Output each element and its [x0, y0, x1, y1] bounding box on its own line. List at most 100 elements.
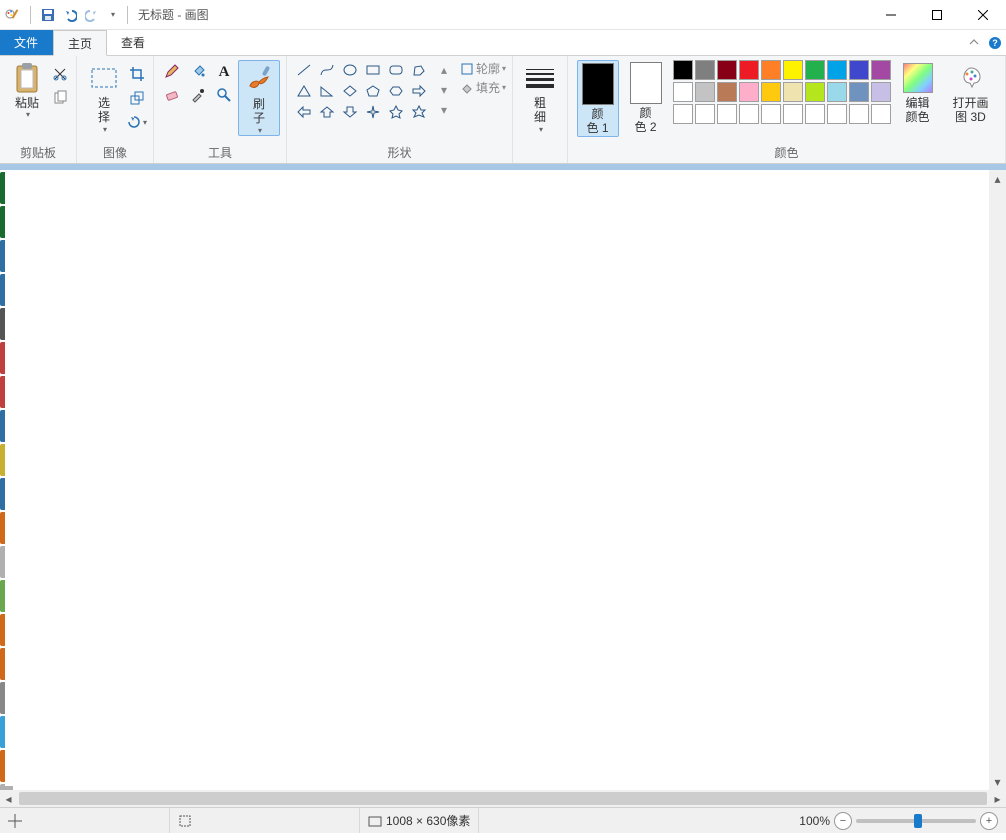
color-swatch[interactable]: [739, 82, 759, 102]
shape-outline-label: 轮廓: [476, 60, 500, 77]
shape-arrow-down[interactable]: [339, 102, 361, 122]
horizontal-scrollbar[interactable]: ◂ ▸: [0, 790, 1006, 807]
shape-diamond[interactable]: [339, 81, 361, 101]
fill-tool[interactable]: [186, 60, 210, 82]
zoom-slider[interactable]: [856, 819, 976, 823]
color-swatch-empty[interactable]: [849, 104, 869, 124]
shape-line[interactable]: [293, 60, 315, 80]
paste-button[interactable]: 粘贴: [6, 60, 48, 120]
select-button[interactable]: 选 择: [83, 60, 125, 134]
ribbon-collapse-button[interactable]: [964, 30, 984, 55]
undo-icon[interactable]: [61, 6, 79, 24]
shapes-scroll-down[interactable]: ▾: [434, 80, 454, 100]
drawing-canvas[interactable]: [5, 172, 975, 786]
minimize-button[interactable]: [868, 0, 914, 30]
tool-grid: A: [160, 60, 236, 106]
crop-button[interactable]: [127, 64, 147, 84]
color-swatch-empty[interactable]: [827, 104, 847, 124]
color-swatch[interactable]: [717, 82, 737, 102]
size-button[interactable]: 粗 细: [519, 60, 561, 134]
color1-button[interactable]: 颜 色 1: [577, 60, 619, 137]
zoom-level-text: 100%: [799, 814, 830, 828]
text-tool[interactable]: A: [212, 60, 236, 82]
tab-file[interactable]: 文件: [0, 30, 53, 55]
save-icon[interactable]: [39, 6, 57, 24]
shape-star6[interactable]: [408, 102, 430, 122]
shape-triangle[interactable]: [293, 81, 315, 101]
color-swatch-empty[interactable]: [673, 104, 693, 124]
shape-star4[interactable]: [362, 102, 384, 122]
color-swatch-empty[interactable]: [805, 104, 825, 124]
edit-colors-button[interactable]: 编辑 颜色: [897, 60, 939, 125]
open-paint3d-button[interactable]: 打开画 图 3D: [945, 60, 997, 125]
scroll-down-button[interactable]: ▾: [989, 773, 1006, 790]
color-swatch-empty[interactable]: [695, 104, 715, 124]
color-swatch[interactable]: [805, 60, 825, 80]
zoom-in-button[interactable]: +: [980, 812, 998, 830]
shapes-scroll-up[interactable]: ▴: [434, 60, 454, 80]
color-swatch[interactable]: [849, 82, 869, 102]
maximize-button[interactable]: [914, 0, 960, 30]
shape-pentagon[interactable]: [362, 81, 384, 101]
color-swatch[interactable]: [739, 60, 759, 80]
scroll-right-button[interactable]: ▸: [989, 790, 1006, 807]
shape-rect[interactable]: [362, 60, 384, 80]
color-swatch[interactable]: [717, 60, 737, 80]
color-swatch[interactable]: [871, 82, 891, 102]
shape-arrow-up[interactable]: [316, 102, 338, 122]
color-swatch[interactable]: [805, 82, 825, 102]
color-swatch-empty[interactable]: [761, 104, 781, 124]
shape-curve[interactable]: [316, 60, 338, 80]
color-swatch[interactable]: [827, 82, 847, 102]
scroll-up-button[interactable]: ▴: [989, 170, 1006, 187]
eraser-tool[interactable]: [160, 84, 184, 106]
shape-roundrect[interactable]: [385, 60, 407, 80]
color-swatch-empty[interactable]: [783, 104, 803, 124]
rotate-button[interactable]: [127, 112, 147, 132]
color-swatch[interactable]: [673, 82, 693, 102]
color-swatch[interactable]: [871, 60, 891, 80]
color-swatch[interactable]: [761, 82, 781, 102]
shape-fill-button[interactable]: 填充▾: [460, 79, 506, 96]
resize-button[interactable]: [127, 88, 147, 108]
zoom-slider-thumb[interactable]: [914, 814, 922, 828]
color-swatch[interactable]: [827, 60, 847, 80]
brushes-button[interactable]: 刷 子: [238, 60, 280, 136]
shapes-expand[interactable]: ▾: [434, 100, 454, 120]
tab-home[interactable]: 主页: [53, 30, 107, 56]
color-swatch-empty[interactable]: [871, 104, 891, 124]
color-swatch[interactable]: [695, 82, 715, 102]
color-swatch[interactable]: [695, 60, 715, 80]
color-swatch[interactable]: [761, 60, 781, 80]
color-swatch-empty[interactable]: [739, 104, 759, 124]
help-button[interactable]: ?: [984, 30, 1006, 55]
pencil-tool[interactable]: [160, 60, 184, 82]
color-swatch[interactable]: [849, 60, 869, 80]
scroll-left-button[interactable]: ◂: [0, 790, 17, 807]
close-button[interactable]: [960, 0, 1006, 30]
shape-oval[interactable]: [339, 60, 361, 80]
color-swatch[interactable]: [783, 60, 803, 80]
zoom-out-button[interactable]: −: [834, 812, 852, 830]
hscroll-thumb[interactable]: [19, 792, 987, 805]
qat-customize-dropdown[interactable]: [105, 6, 119, 24]
shape-polygon[interactable]: [408, 60, 430, 80]
shape-outline-button[interactable]: 轮廓▾: [460, 60, 506, 77]
shapes-gallery[interactable]: [293, 60, 430, 122]
color-swatch-empty[interactable]: [717, 104, 737, 124]
magnifier-tool[interactable]: [212, 84, 236, 106]
tab-view[interactable]: 查看: [107, 30, 160, 55]
cut-button[interactable]: [50, 64, 70, 84]
shape-star5[interactable]: [385, 102, 407, 122]
color-swatch[interactable]: [673, 60, 693, 80]
color-swatch[interactable]: [783, 82, 803, 102]
picker-tool[interactable]: [186, 84, 210, 106]
redo-icon[interactable]: [83, 6, 101, 24]
shape-hexagon[interactable]: [385, 81, 407, 101]
shape-right-triangle[interactable]: [316, 81, 338, 101]
shape-arrow-left[interactable]: [293, 102, 315, 122]
vertical-scrollbar[interactable]: ▴ ▾: [989, 170, 1006, 790]
color2-button[interactable]: 颜 色 2: [625, 60, 667, 135]
shape-arrow-right[interactable]: [408, 81, 430, 101]
copy-button[interactable]: [50, 88, 70, 108]
